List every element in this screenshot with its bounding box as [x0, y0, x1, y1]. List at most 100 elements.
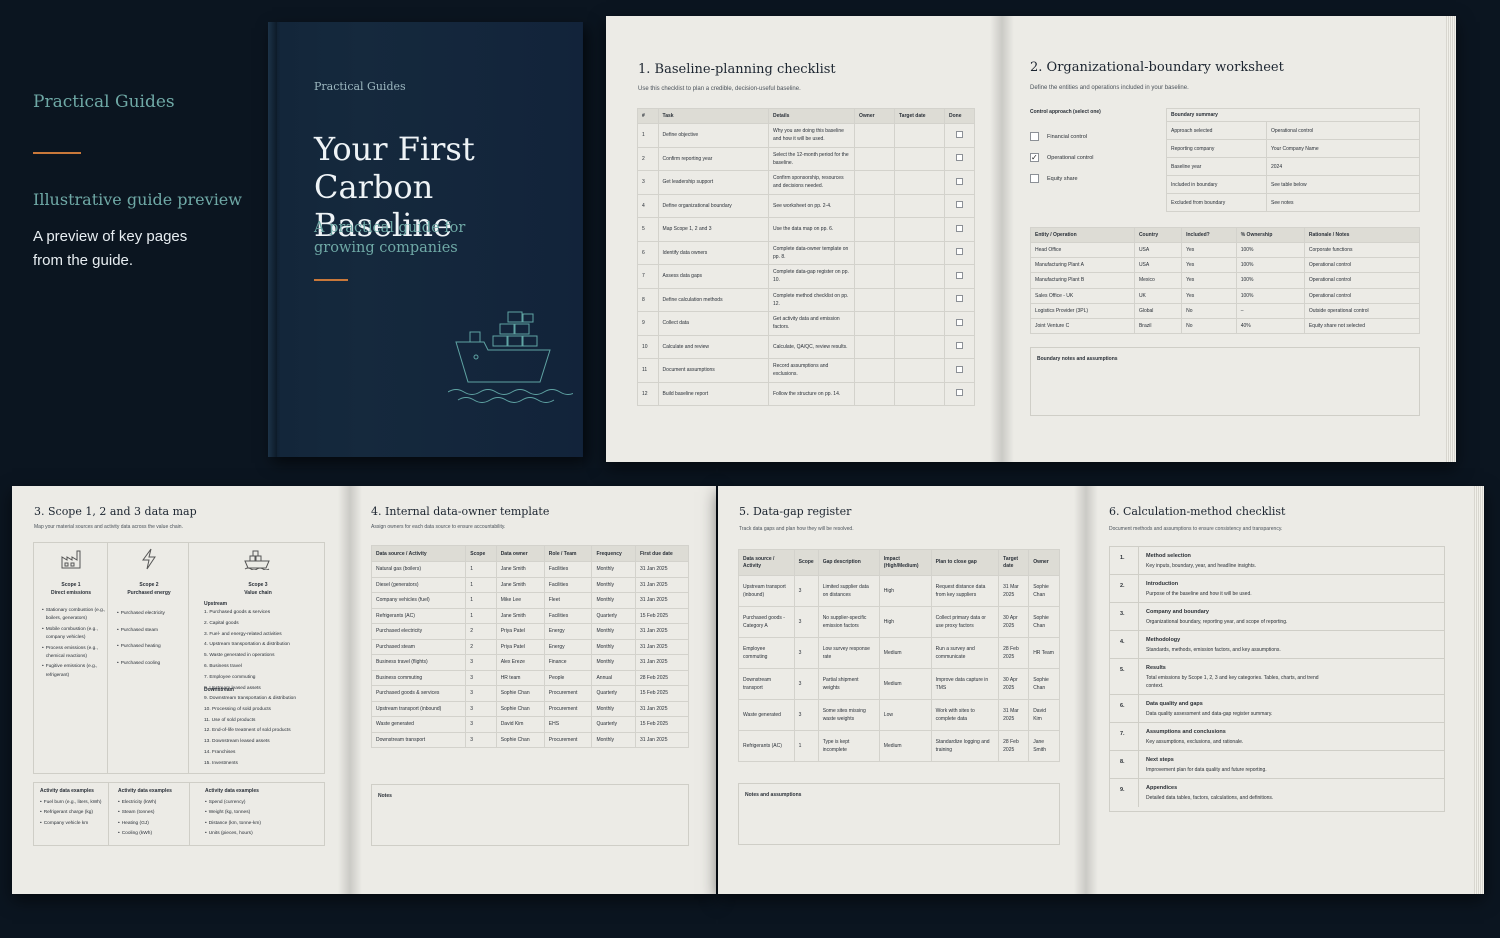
entity-cell[interactable]: 100%	[1235, 257, 1305, 274]
entity-cell[interactable]: 100%	[1235, 287, 1305, 304]
gap-table-cell[interactable]: 28 Feb 2025	[998, 730, 1030, 762]
entity-cell[interactable]: Corporate functions	[1303, 241, 1421, 259]
owner-table-cell[interactable]: Quarterly	[591, 716, 636, 733]
owner-table-cell[interactable]: Facilities	[543, 576, 593, 593]
summary-value[interactable]: 2024	[1266, 157, 1420, 176]
owner-table-cell[interactable]: Mike Lee	[495, 592, 545, 609]
owner-cell[interactable]	[854, 170, 895, 195]
done-checkbox[interactable]	[956, 130, 963, 138]
gap-table-cell[interactable]: Upstream transport (inbound)	[738, 575, 795, 607]
option-checkbox[interactable]	[1030, 174, 1039, 183]
owner-cell[interactable]	[854, 311, 895, 336]
gap-table-cell[interactable]: 3	[793, 637, 819, 669]
owner-table-cell[interactable]: 3	[465, 669, 497, 686]
target-date-cell[interactable]	[894, 123, 945, 148]
owner-table-cell[interactable]: Jane Smith	[495, 607, 545, 624]
gap-table-cell[interactable]: Purchased goods - Category A	[738, 606, 795, 638]
owner-table-cell[interactable]: 31 Jan 2025	[634, 731, 690, 748]
gap-table-cell[interactable]: Some sites missing waste weights	[817, 699, 880, 731]
owner-table-cell[interactable]: 31 Jan 2025	[634, 654, 690, 671]
owner-table-cell[interactable]: Facilities	[543, 561, 593, 578]
gap-table-cell[interactable]: Standardize logging and training	[930, 730, 1000, 762]
done-checkbox[interactable]	[956, 295, 963, 303]
gap-table-cell[interactable]: 1	[793, 730, 819, 762]
gap-table-cell[interactable]: Downstream transport	[738, 668, 795, 700]
owner-table-cell[interactable]: Refrigerants (AC)	[370, 607, 467, 624]
entity-cell[interactable]: Equity share not selected	[1303, 317, 1421, 335]
gap-table-cell[interactable]: HR Team	[1028, 637, 1060, 669]
gap-table-cell[interactable]: 3	[793, 575, 819, 607]
owner-table-cell[interactable]: Monthly	[591, 700, 636, 717]
owner-table-cell[interactable]: 3	[465, 716, 497, 733]
option-checkbox[interactable]: ✓	[1030, 153, 1039, 162]
owner-table-cell[interactable]: Natural gas (boilers)	[370, 561, 467, 578]
done-checkbox[interactable]	[956, 154, 963, 162]
owner-table-cell[interactable]: Energy	[543, 623, 593, 640]
owner-table-cell[interactable]: Purchased goods & services	[370, 685, 467, 702]
owner-table-cell[interactable]: Monthly	[591, 592, 636, 609]
owner-cell[interactable]	[854, 264, 895, 289]
entity-cell[interactable]: Outside operational control	[1303, 302, 1421, 319]
done-checkbox[interactable]	[956, 389, 963, 397]
owner-cell[interactable]	[854, 123, 895, 148]
gap-table-cell[interactable]: 28 Feb 2025	[998, 637, 1030, 669]
gap-table-cell[interactable]: Request distance data from key suppliers	[930, 575, 1000, 607]
target-date-cell[interactable]	[894, 264, 945, 289]
owner-table-cell[interactable]: Jane Smith	[495, 561, 545, 578]
owner-table-cell[interactable]: 31 Jan 2025	[634, 576, 690, 593]
target-date-cell[interactable]	[894, 358, 945, 383]
entity-cell[interactable]: Yes	[1181, 257, 1237, 274]
owner-table-cell[interactable]: Purchased steam	[370, 638, 467, 655]
owner-cell[interactable]	[854, 334, 895, 359]
owner-table-cell[interactable]: Monthly	[591, 576, 636, 593]
owner-table-cell[interactable]: Fleet	[543, 592, 593, 609]
owner-table-cell[interactable]: Purchased electricity	[370, 623, 467, 640]
gap-table-cell[interactable]: Medium	[878, 668, 932, 700]
entity-cell[interactable]: Operational control	[1303, 257, 1421, 274]
target-date-cell[interactable]	[894, 287, 945, 312]
owner-table-cell[interactable]: 3	[465, 731, 497, 748]
entity-cell[interactable]: Operational control	[1303, 287, 1421, 304]
owner-cell[interactable]	[854, 287, 895, 312]
gap-table-cell[interactable]: Low	[878, 699, 932, 731]
summary-value[interactable]: See table below	[1266, 175, 1420, 194]
owner-cell[interactable]	[854, 193, 895, 218]
owner-table-cell[interactable]: 1	[465, 607, 497, 624]
owner-table-cell[interactable]: Annual	[591, 669, 636, 686]
done-checkbox[interactable]	[956, 224, 963, 232]
gap-table-cell[interactable]: Improve data capture in TMS	[930, 668, 1000, 700]
owner-table-cell[interactable]: 1	[465, 576, 497, 593]
gap-table-cell[interactable]: Waste generated	[738, 699, 795, 731]
entity-cell[interactable]: Joint Venture C	[1030, 317, 1135, 335]
gap-table-cell[interactable]: Limited supplier data on distances	[817, 575, 880, 607]
owner-table-cell[interactable]: Waste generated	[370, 716, 467, 733]
gap-table-cell[interactable]: Sophie Chan	[1028, 668, 1060, 700]
gap-table-cell[interactable]: Collect primary data or use proxy factor…	[930, 606, 1000, 638]
owner-table-cell[interactable]: Business commuting	[370, 669, 467, 686]
owner-table-cell[interactable]: Downstream transport	[370, 731, 467, 748]
owner-table-cell[interactable]: Monthly	[591, 731, 636, 748]
gap-table-cell[interactable]: 31 Mar 2025	[998, 575, 1030, 607]
entity-cell[interactable]: USA	[1133, 241, 1183, 259]
entity-cell[interactable]: Yes	[1181, 272, 1237, 289]
gap-table-cell[interactable]: Work with sites to complete data	[930, 699, 1000, 731]
entity-cell[interactable]: Mexico	[1133, 272, 1183, 289]
owner-table-cell[interactable]: 3	[465, 700, 497, 717]
entity-cell[interactable]: Yes	[1181, 241, 1237, 259]
target-date-cell[interactable]	[894, 193, 945, 218]
gap-table-cell[interactable]: 3	[793, 606, 819, 638]
owner-table-cell[interactable]: 2	[465, 638, 497, 655]
control-option[interactable]: Financial control	[1030, 126, 1093, 147]
owner-table-cell[interactable]: Finance	[543, 654, 593, 671]
owner-table-cell[interactable]: Sophie Chan	[495, 731, 545, 748]
owner-cell[interactable]	[854, 358, 895, 383]
summary-value[interactable]: See notes	[1266, 193, 1420, 212]
done-checkbox[interactable]	[956, 365, 963, 373]
owner-table-cell[interactable]: Priya Patel	[495, 638, 545, 655]
entity-cell[interactable]: Operational control	[1303, 272, 1421, 289]
owner-table-cell[interactable]: Procurement	[543, 685, 593, 702]
done-checkbox[interactable]	[956, 271, 963, 279]
entity-cell[interactable]: –	[1235, 302, 1305, 319]
owner-table-cell[interactable]: Energy	[543, 638, 593, 655]
entity-cell[interactable]: Head Office	[1030, 241, 1135, 259]
